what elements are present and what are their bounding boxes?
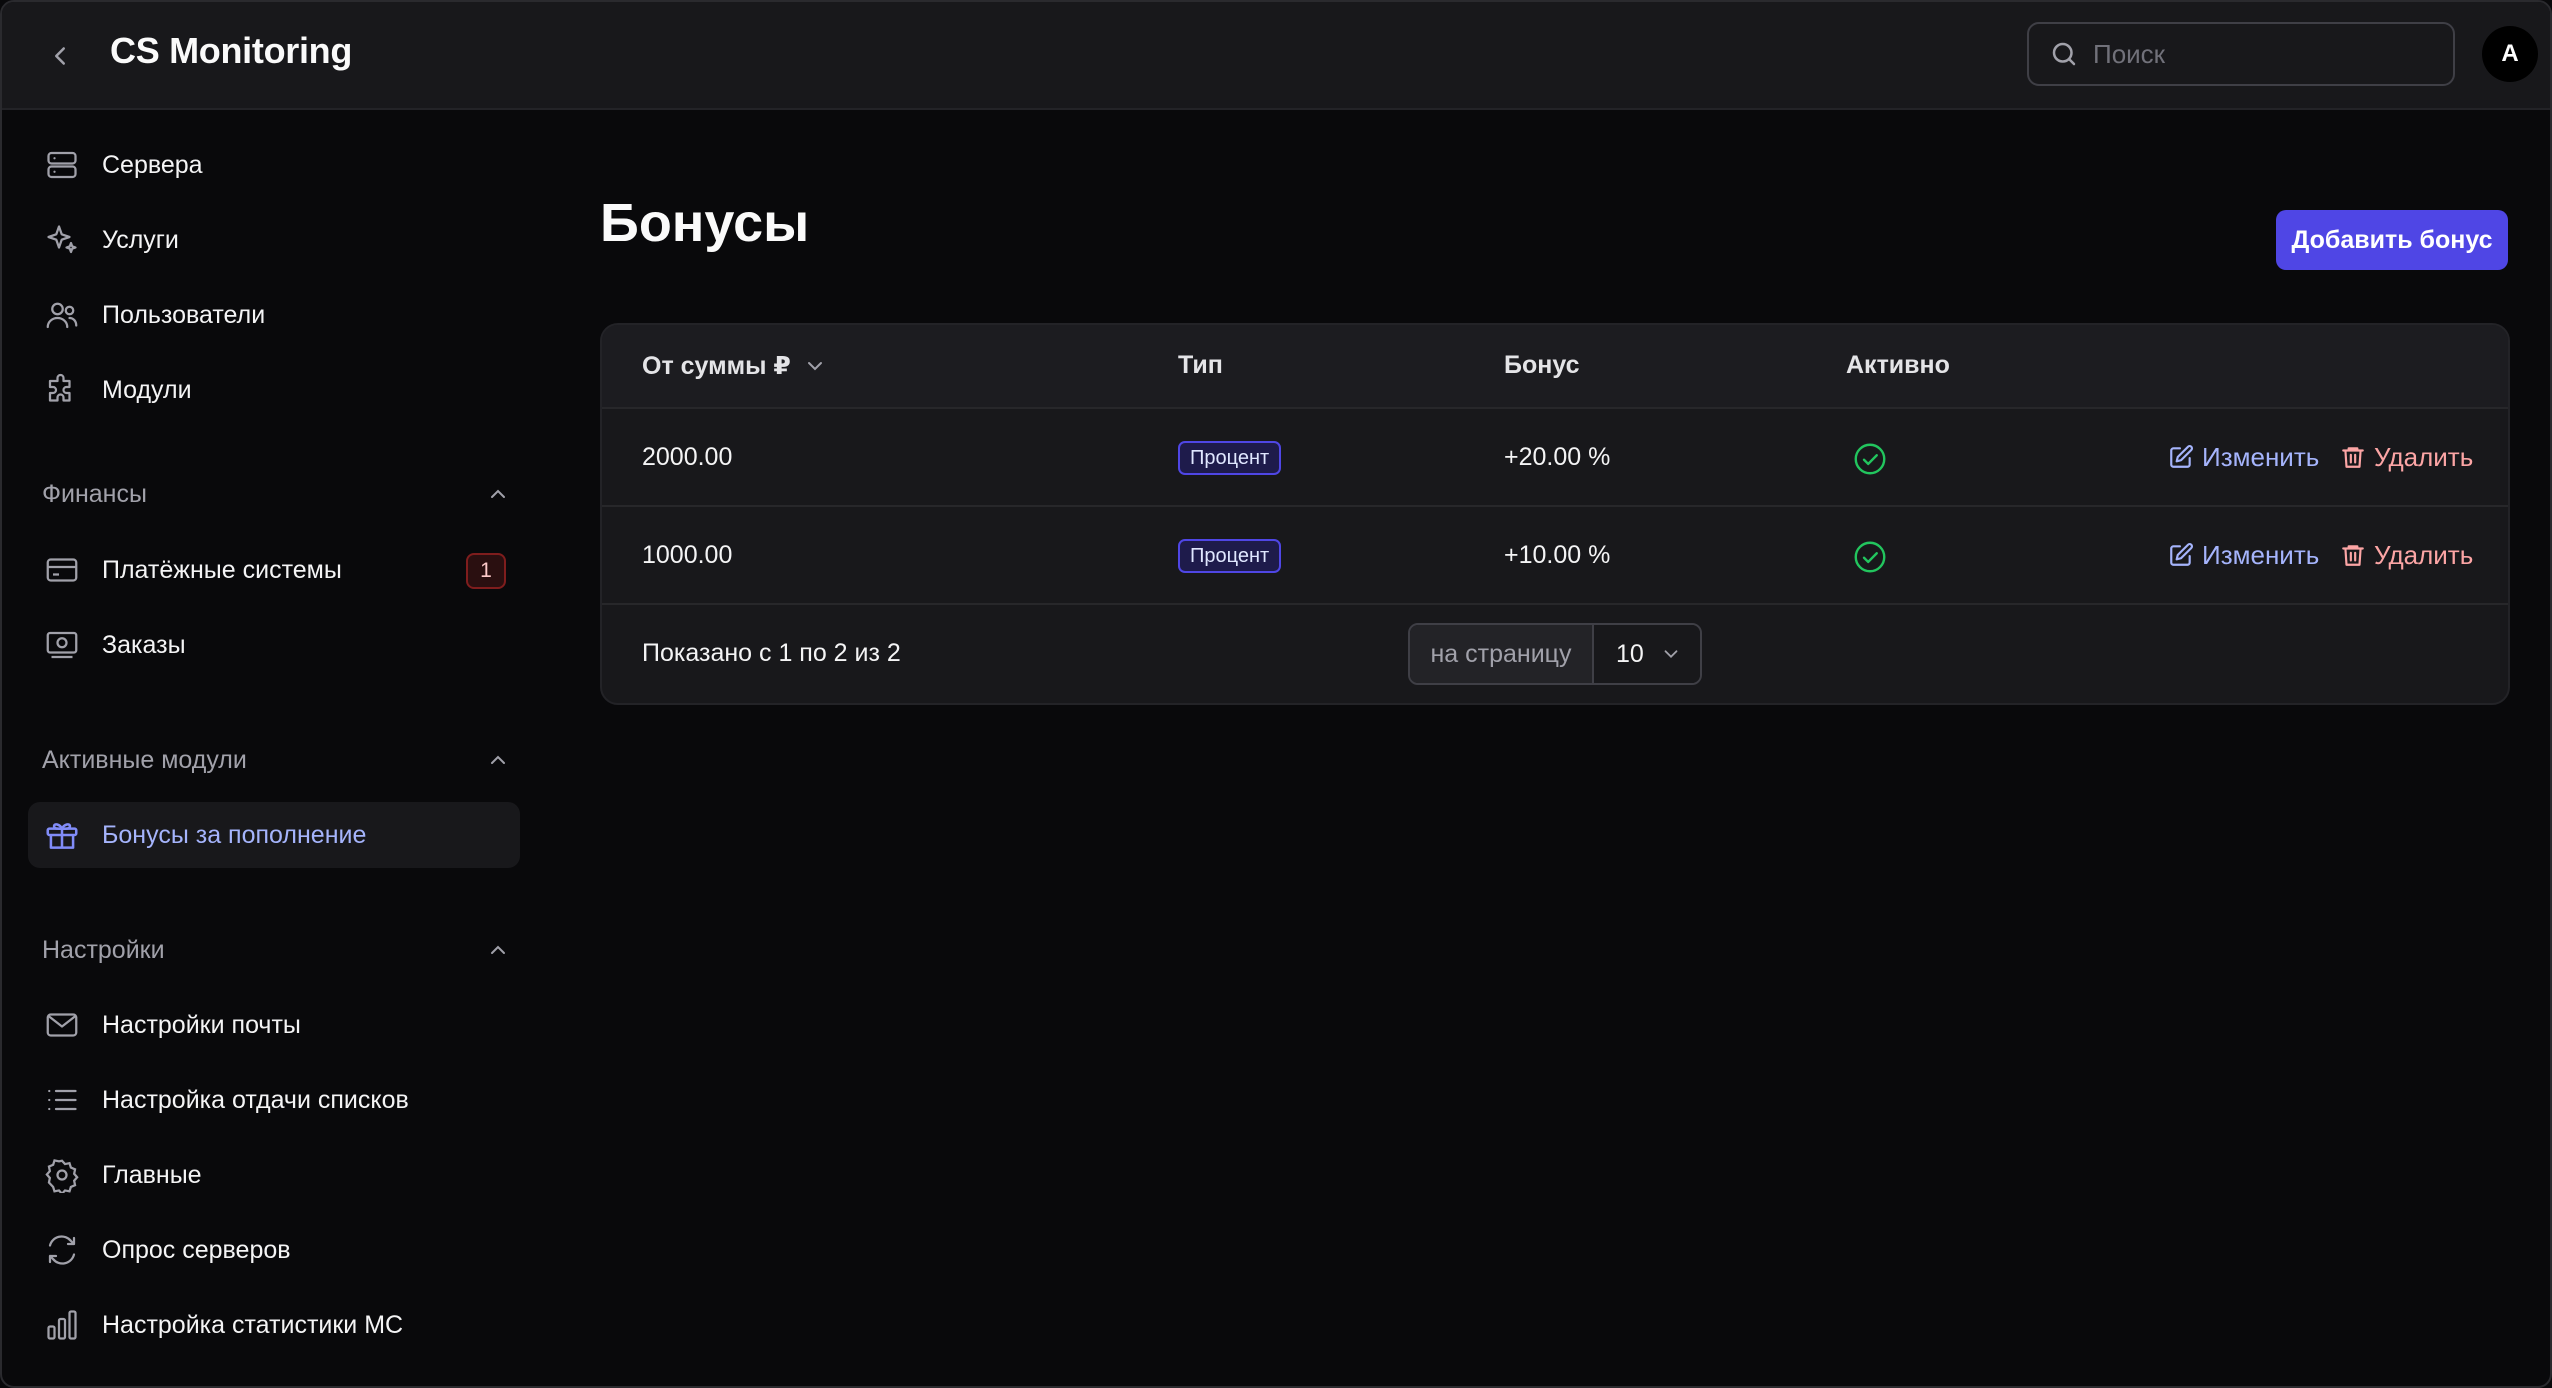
sidebar-item-payment-systems[interactable]: Платёжные системы 1	[28, 537, 520, 603]
chevron-up-icon	[484, 480, 512, 508]
section-settings[interactable]: Настройки	[42, 930, 512, 970]
sidebar-item-servers[interactable]: Сервера	[28, 132, 520, 198]
sidebar-item-label: Заказы	[102, 630, 186, 659]
section-title-label: Финансы	[42, 479, 147, 508]
server-icon	[42, 145, 82, 185]
check-circle-icon	[1854, 443, 1886, 475]
table-row: 2000.00 Процент +20.00 % Изменить Удалит…	[602, 409, 2508, 507]
type-badge: Процент	[1178, 539, 1282, 573]
banknote-icon	[42, 625, 82, 665]
edit-button[interactable]: Изменить	[2168, 535, 2319, 575]
trash-icon	[2342, 545, 2364, 566]
bonus-cell: +20.00 %	[1504, 443, 1611, 471]
sidebar-item-topup-bonuses[interactable]: Бонусы за пополнение	[28, 802, 520, 868]
users-icon	[42, 295, 82, 335]
chevron-down-icon	[1664, 650, 1678, 659]
per-page-control: на страницу 10	[1408, 623, 1702, 685]
delete-button[interactable]: Удалить	[2340, 437, 2473, 477]
column-header-amount[interactable]: От суммы ₽	[642, 351, 827, 381]
bonus-cell: +10.00 %	[1504, 541, 1611, 569]
chevron-up-icon	[484, 936, 512, 964]
delete-button[interactable]: Удалить	[2340, 535, 2473, 575]
table-row: 1000.00 Процент +10.00 % Изменить Удалит…	[602, 507, 2508, 605]
edit-icon	[2170, 445, 2193, 468]
sidebar-item-label: Опрос серверов	[102, 1235, 291, 1264]
search-icon	[2052, 42, 2076, 66]
pagination-summary: Показано с 1 по 2 из 2	[642, 639, 901, 667]
back-button[interactable]	[40, 36, 80, 76]
sidebar: Сервера Услуги Пользователи Модули Финан…	[2, 112, 532, 1386]
search-box[interactable]	[2027, 22, 2455, 86]
column-header-active: Активно	[1846, 351, 1950, 379]
delete-label: Удалить	[2374, 441, 2474, 472]
gear-icon	[42, 1155, 82, 1195]
sidebar-item-mail-settings[interactable]: Настройки почты	[28, 992, 520, 1058]
refresh-icon	[42, 1230, 82, 1270]
per-page-select[interactable]: 10	[1594, 625, 1700, 683]
sidebar-item-modules[interactable]: Модули	[28, 357, 520, 423]
table-header: От суммы ₽ Тип Бонус Активно	[602, 325, 2508, 409]
column-header-type: Тип	[1178, 351, 1223, 379]
sidebar-item-general[interactable]: Главные	[28, 1142, 520, 1208]
top-header: CS Monitoring A	[2, 2, 2550, 110]
sidebar-item-label: Модули	[102, 375, 192, 404]
column-header-label: От суммы ₽	[642, 352, 791, 380]
amount-cell: 1000.00	[642, 541, 733, 569]
sidebar-item-label: Сервера	[102, 150, 203, 179]
notification-count-badge: 1	[466, 553, 506, 589]
edit-icon	[2170, 543, 2193, 566]
sidebar-item-label: Бонусы за пополнение	[102, 820, 367, 849]
user-avatar[interactable]: A	[2482, 26, 2538, 82]
sidebar-item-label: Платёжные системы	[102, 555, 342, 584]
bonuses-table: От суммы ₽ Тип Бонус Активно 2000.00 Про…	[600, 323, 2510, 705]
search-input[interactable]	[2093, 38, 2433, 70]
sidebar-item-server-polling[interactable]: Опрос серверов	[28, 1217, 520, 1283]
puzzle-icon	[42, 370, 82, 410]
mail-icon	[42, 1005, 82, 1045]
sidebar-item-label: Услуги	[102, 225, 179, 254]
app-window: CS Monitoring A Сервера Услуги Пользоват…	[0, 0, 2552, 1388]
check-circle-icon	[1854, 541, 1886, 573]
sidebar-item-orders[interactable]: Заказы	[28, 612, 520, 678]
chevron-up-icon	[484, 746, 512, 774]
chevron-down-icon	[807, 362, 822, 371]
list-icon	[42, 1080, 82, 1120]
edit-label: Изменить	[2202, 539, 2320, 570]
chevron-left-icon	[55, 47, 65, 65]
section-title-label: Настройки	[42, 935, 165, 964]
section-finance[interactable]: Финансы	[42, 474, 512, 514]
amount-cell: 2000.00	[642, 443, 733, 471]
per-page-value: 10	[1616, 639, 1644, 668]
credit-card-icon	[42, 550, 82, 590]
app-title: CS Monitoring	[110, 30, 353, 71]
sidebar-item-label: Главные	[102, 1160, 202, 1189]
sidebar-item-label: Настройка статистики MC	[102, 1310, 404, 1339]
per-page-label: на страницу	[1410, 625, 1594, 683]
sidebar-item-services[interactable]: Услуги	[28, 207, 520, 273]
edit-label: Изменить	[2202, 441, 2320, 472]
sparkles-icon	[42, 220, 82, 260]
column-header-bonus: Бонус	[1504, 351, 1580, 379]
delete-label: Удалить	[2374, 539, 2474, 570]
page-title: Бонусы	[600, 193, 810, 253]
sidebar-item-list-output[interactable]: Настройка отдачи списков	[28, 1067, 520, 1133]
section-title-label: Активные модули	[42, 745, 247, 774]
bar-chart-icon	[42, 1305, 82, 1345]
edit-button[interactable]: Изменить	[2168, 437, 2319, 477]
gift-icon	[42, 815, 82, 855]
sidebar-item-label: Настройка отдачи списков	[102, 1085, 409, 1114]
sidebar-item-mc-stats[interactable]: Настройка статистики MC	[28, 1292, 520, 1358]
type-badge: Процент	[1178, 441, 1282, 475]
sidebar-item-label: Пользователи	[102, 300, 266, 329]
section-active-modules[interactable]: Активные модули	[42, 740, 512, 780]
sidebar-item-users[interactable]: Пользователи	[28, 282, 520, 348]
trash-icon	[2342, 447, 2364, 468]
add-bonus-button[interactable]: Добавить бонус	[2276, 210, 2508, 270]
sidebar-item-label: Настройки почты	[102, 1010, 301, 1039]
